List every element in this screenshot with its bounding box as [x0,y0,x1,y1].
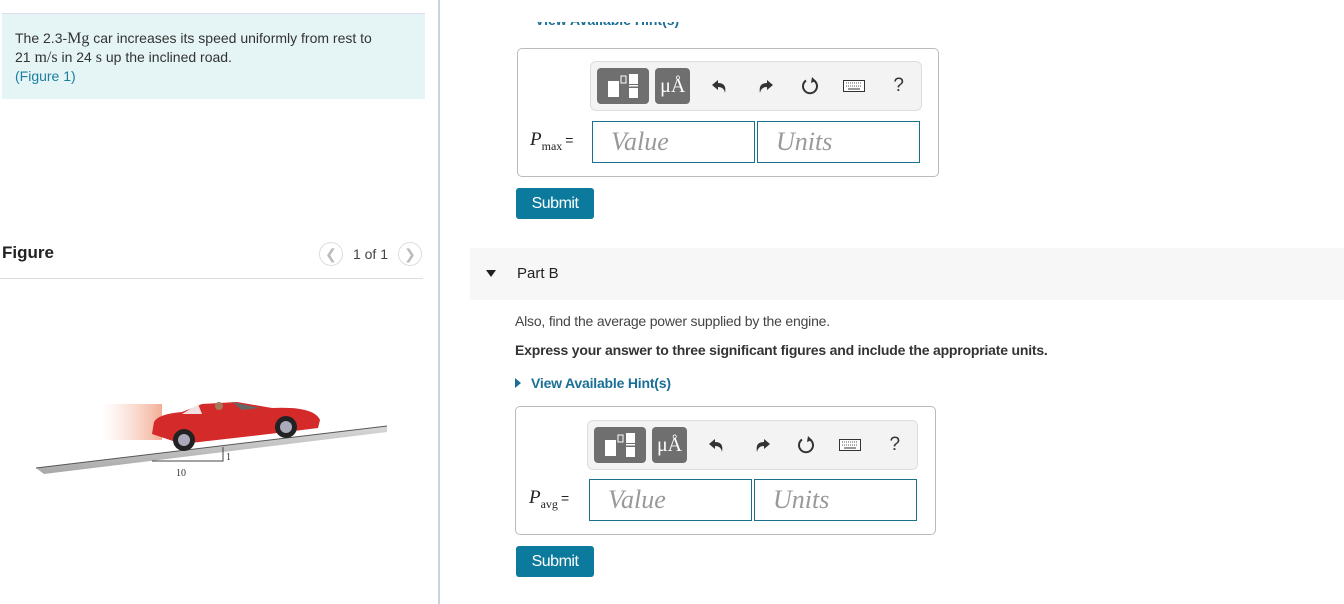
problem-text: car increases its speed uniformly from r… [89,30,372,46]
part-a-hint-link-partial[interactable]: View Available Hint(s) [515,22,695,30]
undo-button[interactable] [695,427,739,463]
part-b-header[interactable]: Part B [470,248,1344,300]
problem-line-1: The 2.3-Mg car increases its speed unifo… [15,29,412,48]
hint-label: View Available Hint(s) [535,22,679,28]
motion-blur [102,404,162,440]
figure-header: Figure ❮ 1 of 1 ❯ [0,240,423,279]
part-a-answer-box: μÅ ? Pmax = [517,48,939,177]
problem-statement: The 2.3-Mg car increases its speed unifo… [2,13,425,99]
caret-right-icon [515,378,521,388]
templates-button[interactable] [594,427,647,463]
reset-icon [797,436,814,454]
reset-icon [801,77,818,95]
templates-button[interactable] [597,68,650,104]
part-a-math-toolbar: μÅ ? [590,61,922,111]
part-b-question: Also, find the average power supplied by… [515,313,830,329]
mu-angstrom-icon: μÅ [656,433,683,456]
variable-subscript: max [541,138,563,153]
prev-figure-button[interactable]: ❮ [318,242,343,266]
part-b-units-input[interactable] [754,479,917,521]
redo-icon [759,80,774,93]
slope-run-label: 10 [176,468,186,479]
chevron-left-icon: ❮ [325,245,337,262]
equals-sign: = [565,132,574,148]
fraction-template-icon [605,433,636,457]
figure-pager: ❮ 1 of 1 ❯ [318,242,422,266]
variable-symbol: P [530,129,542,150]
help-button[interactable]: ? [876,68,921,104]
variable-subscript: avg [540,496,558,511]
math-unit-ms: m/s [34,49,58,66]
chevron-right-icon: ❯ [404,245,416,262]
equals-sign: = [560,490,570,506]
undo-icon [709,439,723,452]
help-icon: ? [893,75,904,96]
undo-icon [712,80,726,93]
redo-icon [756,439,770,452]
figure-title: Figure [2,243,54,262]
figure-link[interactable]: (Figure 1) [15,68,76,84]
reset-button[interactable] [787,68,832,104]
reset-button[interactable] [784,427,828,463]
keyboard-button[interactable] [832,68,877,104]
part-a-units-input[interactable] [757,121,920,163]
help-icon: ? [889,434,901,455]
problem-text: in 24 [57,49,96,65]
problem-text: The 2.3- [15,30,68,46]
symbols-button[interactable]: μÅ [655,68,691,104]
symbols-button[interactable]: μÅ [652,427,687,463]
keyboard-icon [843,80,866,92]
undo-button[interactable] [698,68,743,104]
help-button[interactable]: ? [873,427,917,463]
part-b-value-input[interactable] [589,479,752,521]
redo-button[interactable] [739,427,783,463]
right-pane: View Available Hint(s) μÅ [440,0,1344,604]
part-b-title: Part B [517,265,559,282]
fraction-template-icon [608,74,639,98]
p-max-label: Pmax = [530,129,573,154]
slope-rise-label: 1 [226,452,231,463]
problem-text: up the inclined road. [101,49,232,65]
keyboard-button[interactable] [828,427,872,463]
redo-button[interactable] [743,68,788,104]
problem-text: 21 [15,49,35,65]
part-a-value-input[interactable] [592,121,755,163]
driver [215,402,223,410]
hint-label: View Available Hint(s) [531,375,671,391]
part-b-answer-box: μÅ ? Pavg = [515,406,936,535]
left-pane: The 2.3-Mg car increases its speed unifo… [0,0,425,604]
keyboard-icon [839,439,862,451]
part-a-submit-button[interactable]: Submit [516,188,594,219]
part-b-hint-link[interactable]: View Available Hint(s) [515,375,671,391]
caret-down-icon [486,270,496,277]
mu-angstrom-icon: μÅ [660,74,686,97]
variable-symbol: P [529,487,541,508]
part-b-submit-button[interactable]: Submit [516,546,594,577]
car-on-incline-figure: 1 10 [35,402,388,479]
part-b-instruction: Express your answer to three significant… [515,342,1048,358]
problem-line-2: 21 m/s in 24 s up the inclined road. [15,48,412,67]
next-figure-button[interactable]: ❯ [398,242,422,266]
p-avg-label: Pavg = [529,487,569,512]
part-b-math-toolbar: μÅ ? [587,420,918,470]
pager-text: 1 of 1 [352,246,388,262]
math-unit-mg: Mg [67,30,90,47]
